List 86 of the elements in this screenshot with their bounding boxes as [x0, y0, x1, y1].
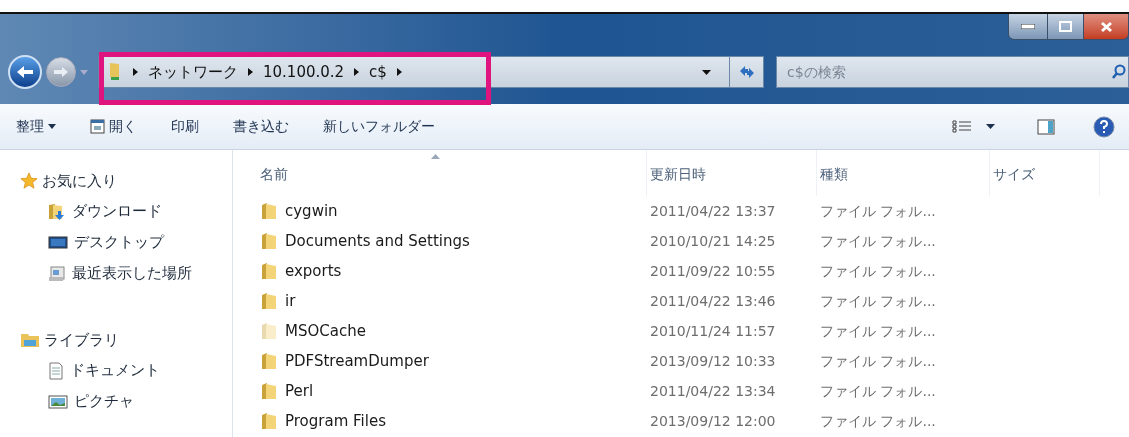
chevron-icon: [396, 68, 402, 76]
file-row[interactable]: exports 2011/09/22 10:55 ファイル フォル...: [257, 256, 1129, 286]
download-folder-icon: [48, 202, 66, 221]
sidebar-item[interactable]: ダウンロード: [20, 196, 232, 227]
modified-date: 2010/11/24 11:57: [649, 321, 777, 341]
search-box[interactable]: c$の検索: [776, 56, 1129, 88]
column-header[interactable]: 名前: [257, 150, 647, 196]
view-options-button[interactable]: [952, 119, 995, 134]
caret-icon: [48, 124, 56, 129]
search-icon: [1112, 64, 1126, 80]
modified-date: 2011/04/22 13:34: [649, 381, 777, 401]
recent-places-icon: [48, 264, 66, 283]
breadcrumb[interactable]: ネットワーク: [148, 60, 238, 84]
monitor-icon: [48, 234, 68, 251]
dropdown-caret-icon: [702, 69, 711, 75]
modified-date: 2011/04/22 13:46: [649, 291, 777, 311]
star-icon: [20, 172, 38, 190]
library-folder-icon: [20, 331, 40, 349]
sidebar-item[interactable]: ピクチャ: [20, 386, 232, 417]
sort-arrow-icon: [431, 154, 440, 159]
caret-icon: [986, 124, 995, 129]
modified-date: 2011/04/22 13:37: [649, 201, 777, 221]
file-name: exports: [285, 260, 342, 282]
file-type: ファイル フォル...: [819, 321, 937, 341]
modified-date: 2011/09/22 10:55: [649, 261, 777, 281]
close-button[interactable]: [1083, 14, 1128, 39]
preview-pane-icon: [1037, 118, 1055, 135]
modified-date: 2013/09/12 12:00: [649, 411, 777, 431]
sidebar-group[interactable]: ライブラリ: [20, 325, 232, 355]
file-type: ファイル フォル...: [819, 201, 937, 221]
breadcrumb[interactable]: 10.100.0.2: [263, 60, 345, 84]
chevron-icon: [354, 68, 360, 76]
file-type: ファイル フォル...: [819, 381, 937, 401]
window-icon: [90, 119, 105, 134]
file-row[interactable]: Perl 2011/04/22 13:34 ファイル フォル...: [257, 376, 1129, 406]
file-type: ファイル フォル...: [819, 411, 937, 431]
file-name: Program Files: [285, 410, 386, 432]
search-field[interactable]: c$の検索: [787, 61, 1112, 83]
details-view-icon: [952, 119, 972, 134]
sidebar-item[interactable]: デスクトップ: [20, 227, 232, 258]
sidebar-item[interactable]: ドキュメント: [20, 355, 232, 386]
file-name: ir: [285, 290, 296, 312]
preview-pane-button[interactable]: [1037, 118, 1055, 135]
help-button[interactable]: [1093, 115, 1115, 138]
open-button[interactable]: 開く: [86, 116, 141, 137]
toolbar-button[interactable]: 印刷: [167, 116, 203, 137]
minimize-icon: [1021, 24, 1035, 29]
file-row[interactable]: ir 2011/04/22 13:46 ファイル フォル...: [257, 286, 1129, 316]
toolbar-button[interactable]: 書き込む: [229, 116, 293, 137]
file-type: ファイル フォル...: [819, 261, 937, 281]
maximize-button[interactable]: [1047, 14, 1083, 39]
right-arrow-icon: [53, 66, 69, 78]
column-header[interactable]: 更新日時: [647, 150, 817, 196]
sidebar-group[interactable]: お気に入り: [20, 166, 232, 196]
sidebar-item[interactable]: 最近表示した場所: [20, 258, 232, 289]
help-icon: [1093, 115, 1115, 138]
file-name: PDFStreamDumper: [285, 350, 429, 372]
left-arrow-icon: [16, 65, 34, 79]
file-row[interactable]: PDFStreamDumper 2013/09/12 10:33 ファイル フォル...: [257, 346, 1129, 376]
close-icon: [1099, 20, 1113, 33]
file-row[interactable]: MSOCache 2010/11/24 11:57 ファイル フォル...: [257, 316, 1129, 346]
document-icon: [48, 361, 64, 380]
file-name: Perl: [285, 380, 314, 402]
address-bar[interactable]: ネットワーク 10.100.0.2 c$: [98, 56, 764, 88]
file-row[interactable]: Documents and Settings 2010/10/21 14:25 ファイル フォル...: [257, 226, 1129, 256]
breadcrumb[interactable]: c$: [369, 60, 387, 84]
file-name: MSOCache: [285, 320, 366, 342]
picture-icon: [48, 393, 68, 410]
file-type: ファイル フォル...: [819, 291, 937, 311]
file-type: ファイル フォル...: [819, 231, 937, 251]
file-row[interactable]: Program Files 2013/09/12 12:00 ファイル フォル...: [257, 406, 1129, 436]
file-name: Documents and Settings: [285, 230, 470, 252]
file-name: cygwin: [285, 200, 338, 222]
chevron-icon: [133, 68, 138, 76]
maximize-icon: [1059, 21, 1072, 32]
modified-date: 2013/09/12 10:33: [649, 351, 777, 371]
history-caret-icon: [80, 69, 88, 75]
file-row[interactable]: cygwin 2011/04/22 13:37 ファイル フォル...: [257, 196, 1129, 226]
file-type: ファイル フォル...: [819, 351, 937, 371]
organize-menu[interactable]: 整理: [12, 116, 60, 137]
chevron-icon: [248, 68, 253, 76]
column-header[interactable]: サイズ: [990, 150, 1100, 196]
modified-date: 2010/10/21 14:25: [649, 231, 777, 251]
back-button[interactable]: [8, 55, 42, 89]
toolbar-button[interactable]: 新しいフォルダー: [319, 116, 439, 137]
column-header[interactable]: 種類: [817, 150, 990, 196]
